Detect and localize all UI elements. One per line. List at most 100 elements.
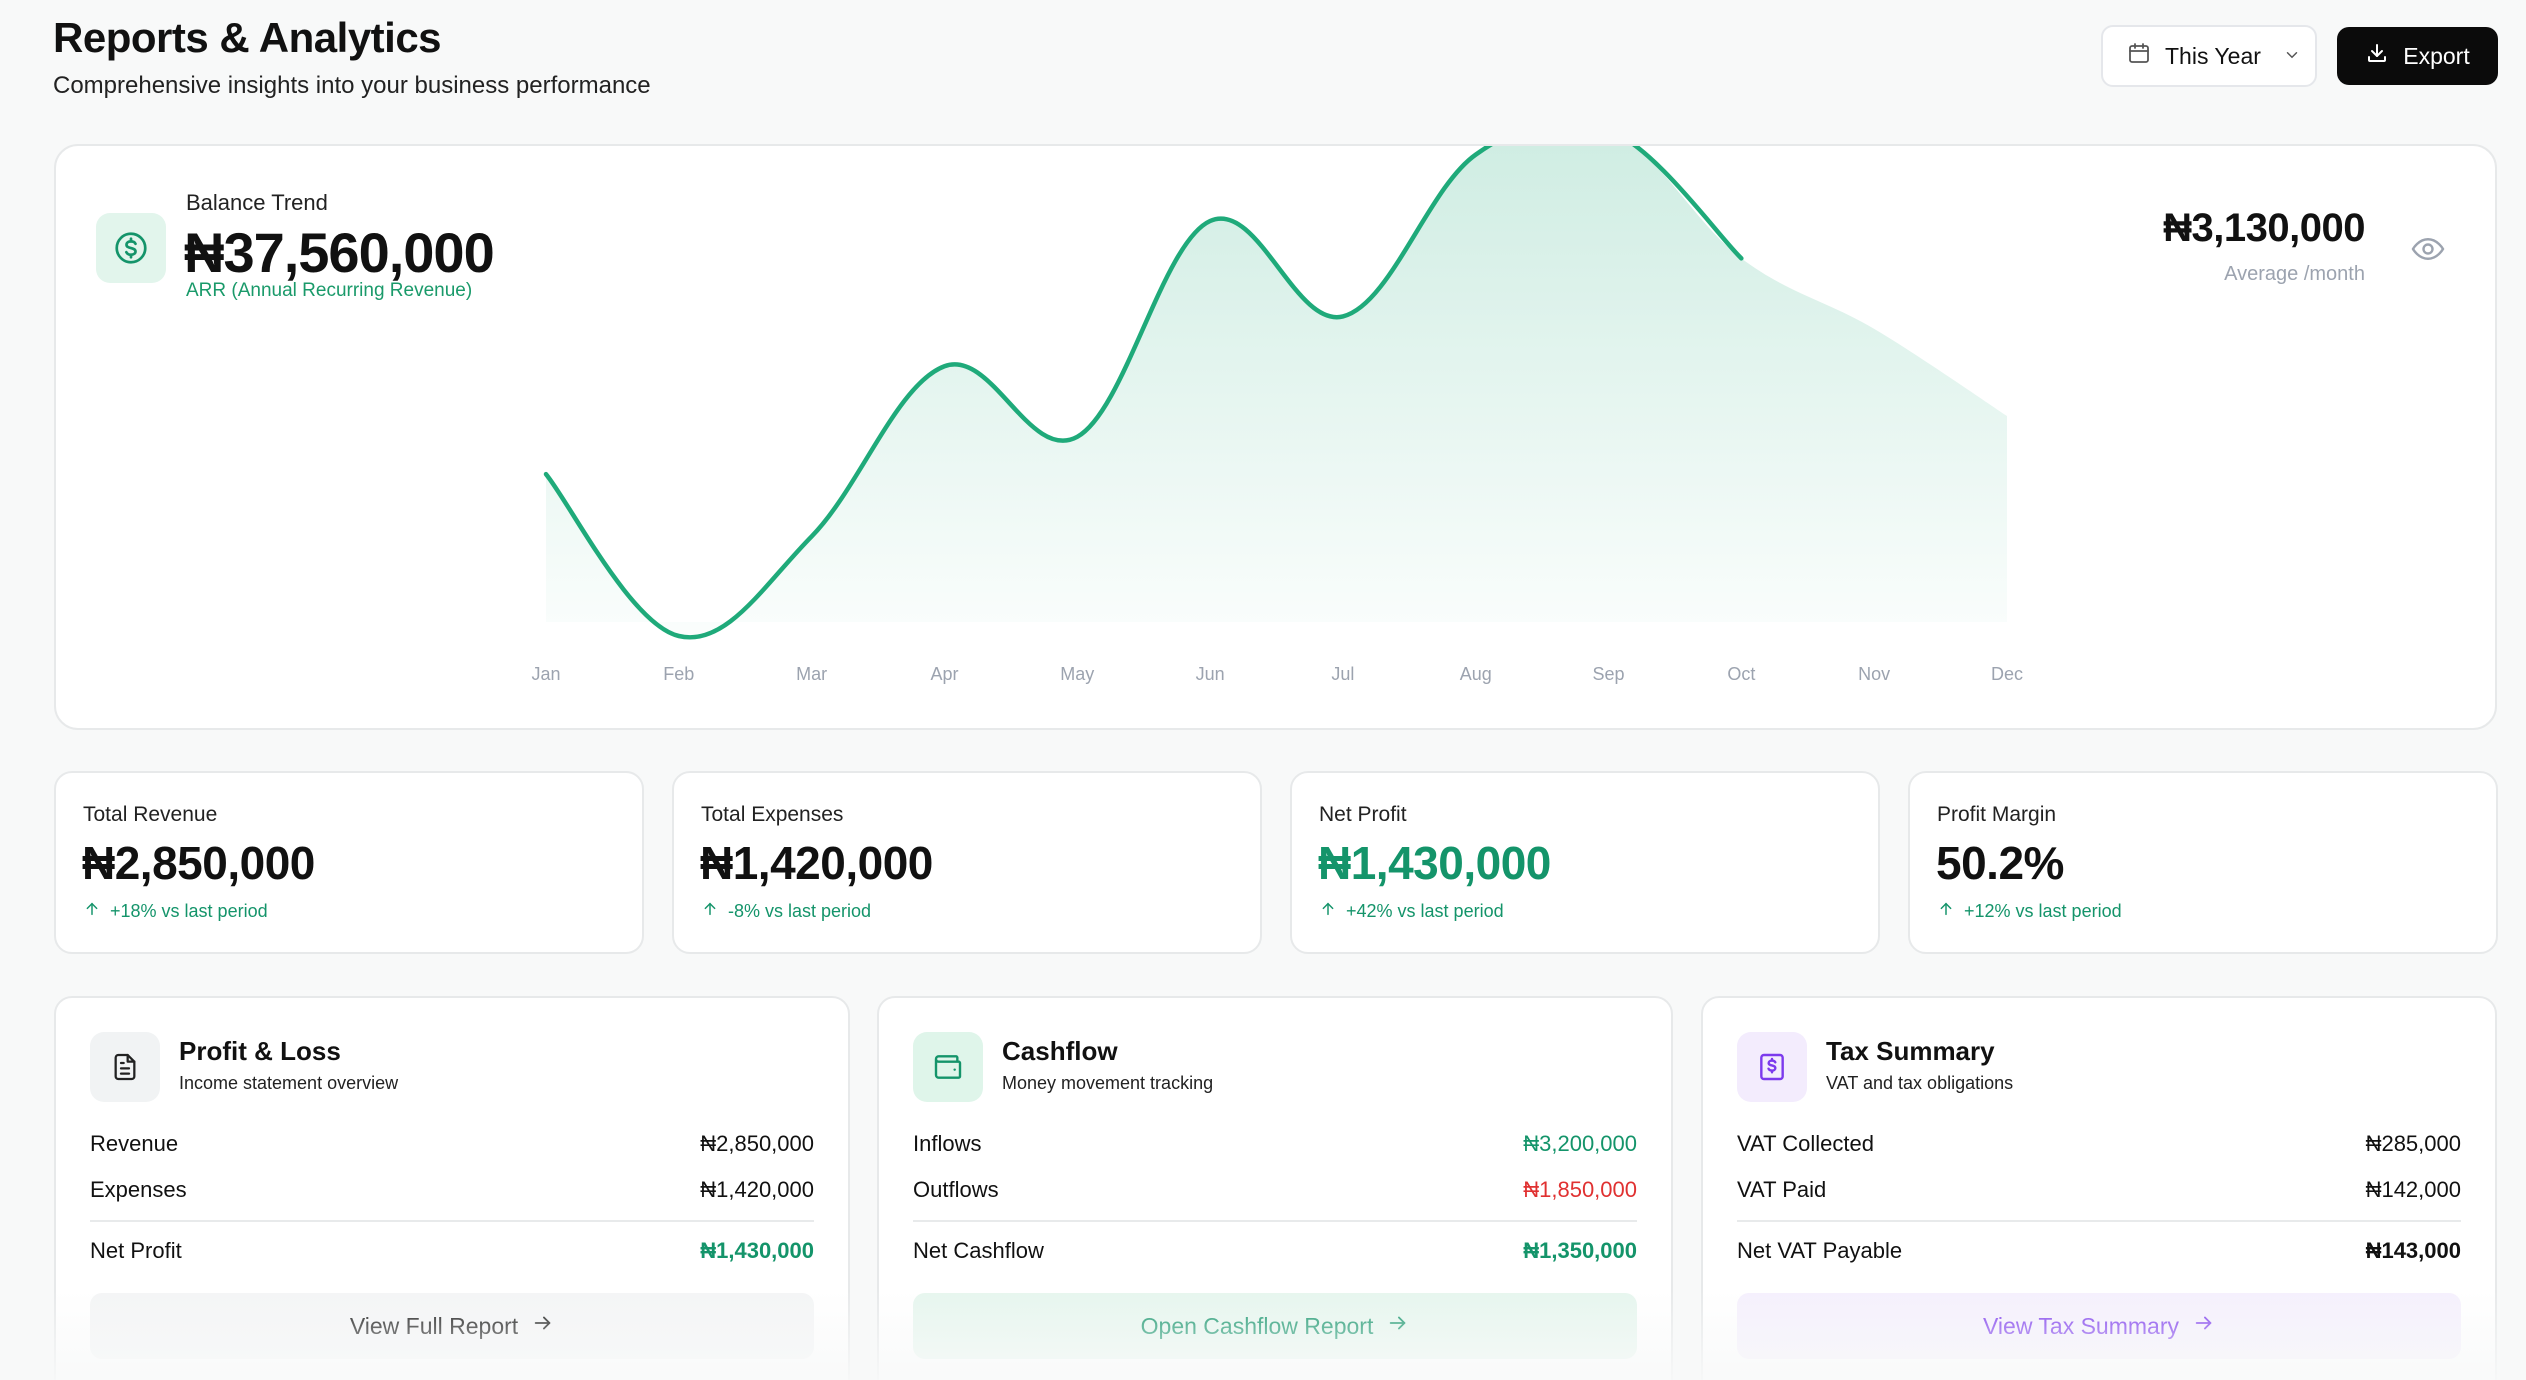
- chevron-down-icon: [2283, 43, 2301, 70]
- export-label: Export: [2403, 42, 2470, 69]
- report-row: Revenue ₦2,850,000: [90, 1131, 814, 1157]
- row-label: Outflows: [913, 1177, 999, 1202]
- trend-area: [546, 146, 2007, 638]
- x-tick-label: Dec: [1991, 664, 2023, 684]
- x-tick-label: Jun: [1196, 664, 1225, 684]
- report-row: Outflows ₦1,850,000: [913, 1177, 1637, 1203]
- view-tax-summary-button[interactable]: View Tax Summary: [1737, 1293, 2461, 1359]
- total-label: Net Cashflow: [913, 1238, 1044, 1263]
- button-label: Open Cashflow Report: [1140, 1312, 1374, 1339]
- export-button[interactable]: Export: [2337, 27, 2498, 85]
- stat-card-total-expenses: Total Expenses ₦1,420,000 -8% vs last pe…: [672, 771, 1262, 954]
- stat-value: ₦1,420,000: [700, 837, 933, 889]
- arrow-up-icon: [702, 901, 718, 922]
- card-title: Profit & Loss: [179, 1036, 341, 1066]
- x-tick-label: Aug: [1460, 664, 1492, 684]
- period-select[interactable]: This Year: [2101, 25, 2317, 87]
- x-tick-label: May: [1060, 664, 1094, 684]
- report-total-row: Net Profit ₦1,430,000: [90, 1238, 814, 1264]
- stat-value: ₦1,430,000: [1318, 837, 1551, 889]
- divider: [913, 1220, 1637, 1222]
- stat-label: Total Revenue: [83, 803, 218, 826]
- divider: [90, 1220, 814, 1222]
- total-label: Net VAT Payable: [1737, 1238, 1903, 1263]
- open-cashflow-report-button[interactable]: Open Cashflow Report: [913, 1293, 1637, 1359]
- calendar-icon: [2127, 41, 2151, 71]
- report-row: Expenses ₦1,420,000: [90, 1177, 814, 1203]
- card-title: Tax Summary: [1826, 1036, 1995, 1066]
- report-row: VAT Collected ₦285,000: [1737, 1131, 2461, 1157]
- view-full-report-button[interactable]: View Full Report: [90, 1293, 814, 1359]
- balance-trend-chart: Jan Feb Mar Apr May Jun Jul Aug Sep Oct Nov Dec: [531, 146, 2023, 684]
- report-row: VAT Paid ₦142,000: [1737, 1177, 2461, 1203]
- page-title: Reports & Analytics: [53, 14, 442, 61]
- stat-change: +18% vs last period: [84, 901, 268, 922]
- tax-summary-card: Tax Summary VAT and tax obligations VAT …: [1701, 996, 2497, 1380]
- x-tick-label: Apr: [930, 664, 958, 684]
- stat-value: 50.2%: [1936, 837, 2064, 889]
- row-value: ₦1,850,000: [1523, 1177, 1637, 1202]
- row-value: ₦3,200,000: [1523, 1131, 1637, 1156]
- x-tick-label: Mar: [796, 664, 827, 684]
- total-value: ₦1,350,000: [1523, 1238, 1637, 1263]
- stat-change: +12% vs last period: [1938, 901, 2122, 922]
- report-total-row: Net VAT Payable ₦143,000: [1737, 1238, 2461, 1264]
- x-tick-label: Jul: [1331, 664, 1354, 684]
- period-select-value: This Year: [2165, 42, 2261, 69]
- reports-page: Reports & Analytics Comprehensive insigh…: [0, 0, 2526, 1380]
- wallet-icon: [913, 1032, 983, 1102]
- balance-trend-card: Balance Trend ₦37,560,000 ARR (Annual Re…: [54, 144, 2497, 730]
- document-icon: [90, 1032, 160, 1102]
- report-row: Inflows ₦3,200,000: [913, 1131, 1637, 1157]
- stat-change: -8% vs last period: [702, 901, 871, 922]
- x-tick-label: Oct: [1727, 664, 1755, 684]
- stat-change-text: -8% vs last period: [728, 901, 872, 921]
- stat-change-text: +42% vs last period: [1346, 901, 1504, 921]
- row-value: ₦142,000: [2365, 1177, 2461, 1202]
- x-tick-label: Sep: [1593, 664, 1625, 684]
- card-subtitle: VAT and tax obligations: [1826, 1073, 2014, 1093]
- row-label: VAT Paid: [1737, 1177, 1827, 1202]
- row-value: ₦1,420,000: [700, 1177, 814, 1202]
- arrow-right-icon: [532, 1312, 554, 1340]
- stat-label: Total Expenses: [701, 803, 844, 826]
- stat-card-total-revenue: Total Revenue ₦2,850,000 +18% vs last pe…: [54, 771, 644, 954]
- download-icon: [2365, 41, 2389, 71]
- cashflow-card: Cashflow Money movement tracking Inflows…: [877, 996, 1673, 1380]
- arrow-right-icon: [1387, 1312, 1409, 1340]
- card-subtitle: Income statement overview: [179, 1073, 399, 1093]
- stat-label: Net Profit: [1319, 803, 1407, 826]
- row-value: ₦2,850,000: [700, 1131, 814, 1156]
- divider: [1737, 1220, 2461, 1222]
- stat-change: +42% vs last period: [1320, 901, 1504, 922]
- x-tick-label: Jan: [531, 664, 560, 684]
- button-label: View Full Report: [349, 1312, 519, 1339]
- stat-card-profit-margin: Profit Margin 50.2% +12% vs last period: [1908, 771, 2498, 954]
- total-value: ₦1,430,000: [700, 1238, 814, 1263]
- x-tick-label: Nov: [1858, 664, 1890, 684]
- arrow-up-icon: [1938, 901, 1954, 922]
- arrow-up-icon: [1320, 901, 1336, 922]
- arrow-up-icon: [84, 901, 100, 922]
- row-label: Revenue: [90, 1131, 179, 1156]
- page-subtitle: Comprehensive insights into your busines…: [53, 72, 651, 99]
- row-label: Expenses: [90, 1177, 187, 1202]
- tax-receipt-icon: [1737, 1032, 1807, 1102]
- total-label: Net Profit: [90, 1238, 182, 1263]
- card-title: Cashflow: [1002, 1036, 1118, 1066]
- stat-change-text: +18% vs last period: [110, 901, 268, 921]
- stat-value: ₦2,850,000: [82, 837, 315, 889]
- card-subtitle: Money movement tracking: [1002, 1073, 1214, 1093]
- total-value: ₦143,000: [2365, 1238, 2461, 1263]
- report-total-row: Net Cashflow ₦1,350,000: [913, 1238, 1637, 1264]
- stat-change-text: +12% vs last period: [1964, 901, 2122, 921]
- stat-label: Profit Margin: [1937, 803, 2057, 826]
- x-tick-label: Feb: [663, 664, 694, 684]
- stat-card-net-profit: Net Profit ₦1,430,000 +42% vs last perio…: [1290, 771, 1880, 954]
- row-value: ₦285,000: [2365, 1131, 2461, 1156]
- arrow-right-icon: [2193, 1312, 2215, 1340]
- button-label: View Tax Summary: [1983, 1312, 2179, 1339]
- profit-loss-card: Profit & Loss Income statement overview …: [54, 996, 850, 1380]
- row-label: VAT Collected: [1737, 1131, 1874, 1156]
- row-label: Inflows: [913, 1131, 982, 1156]
